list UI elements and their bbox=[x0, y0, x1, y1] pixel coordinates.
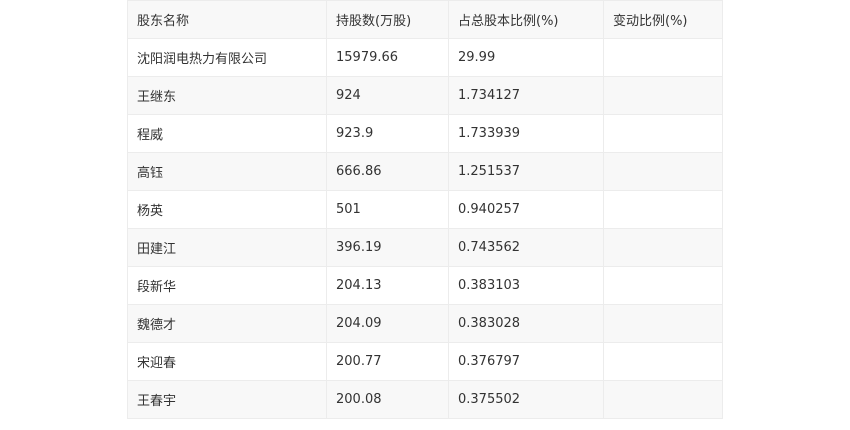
shares-held-cell: 396.19 bbox=[326, 228, 449, 267]
shareholder-name-cell: 程威 bbox=[127, 114, 327, 153]
table-row: 田建江 396.19 0.743562 bbox=[127, 228, 723, 267]
change-ratio-cell bbox=[603, 342, 723, 381]
change-ratio-cell bbox=[603, 266, 723, 305]
header-share-ratio: 占总股本比例(%) bbox=[448, 0, 604, 39]
shareholder-name-cell: 杨英 bbox=[127, 190, 327, 229]
share-ratio-cell: 0.743562 bbox=[448, 228, 604, 267]
header-row: 股东名称 持股数(万股) 占总股本比例(%) 变动比例(%) bbox=[127, 0, 723, 39]
shareholder-table-container: 股东名称 持股数(万股) 占总股本比例(%) 变动比例(%) 沈阳润电热力有限公… bbox=[127, 0, 723, 419]
table-body: 沈阳润电热力有限公司 15979.66 29.99 王继东 924 1.734127 程威 9… bbox=[127, 38, 723, 419]
table-row: 宋迎春 200.77 0.376797 bbox=[127, 342, 723, 381]
share-ratio-cell: 0.375502 bbox=[448, 380, 604, 419]
shareholder-table: 股东名称 持股数(万股) 占总股本比例(%) 变动比例(%) 沈阳润电热力有限公… bbox=[127, 0, 723, 419]
change-ratio-cell bbox=[603, 380, 723, 419]
share-ratio-cell: 0.383028 bbox=[448, 304, 604, 343]
share-ratio-cell: 1.251537 bbox=[448, 152, 604, 191]
change-ratio-cell bbox=[603, 304, 723, 343]
share-ratio-cell: 0.376797 bbox=[448, 342, 604, 381]
table-row: 沈阳润电热力有限公司 15979.66 29.99 bbox=[127, 38, 723, 77]
table-header: 股东名称 持股数(万股) 占总股本比例(%) 变动比例(%) bbox=[127, 0, 723, 39]
header-shares-held: 持股数(万股) bbox=[326, 0, 449, 39]
change-ratio-cell bbox=[603, 152, 723, 191]
shares-held-cell: 15979.66 bbox=[326, 38, 449, 77]
shareholder-name-cell: 沈阳润电热力有限公司 bbox=[127, 38, 327, 77]
table-row: 程威 923.9 1.733939 bbox=[127, 114, 723, 153]
change-ratio-cell bbox=[603, 114, 723, 153]
table-row: 魏德才 204.09 0.383028 bbox=[127, 304, 723, 343]
header-change-ratio: 变动比例(%) bbox=[603, 0, 723, 39]
share-ratio-cell: 1.733939 bbox=[448, 114, 604, 153]
shares-held-cell: 204.13 bbox=[326, 266, 449, 305]
shares-held-cell: 924 bbox=[326, 76, 449, 115]
change-ratio-cell bbox=[603, 76, 723, 115]
share-ratio-cell: 29.99 bbox=[448, 38, 604, 77]
table-row: 杨英 501 0.940257 bbox=[127, 190, 723, 229]
share-ratio-cell: 0.383103 bbox=[448, 266, 604, 305]
shareholder-name-cell: 高钰 bbox=[127, 152, 327, 191]
shares-held-cell: 501 bbox=[326, 190, 449, 229]
table-row: 高钰 666.86 1.251537 bbox=[127, 152, 723, 191]
table-row: 王春宇 200.08 0.375502 bbox=[127, 380, 723, 419]
shareholder-name-cell: 田建江 bbox=[127, 228, 327, 267]
table-row: 段新华 204.13 0.383103 bbox=[127, 266, 723, 305]
change-ratio-cell bbox=[603, 190, 723, 229]
shares-held-cell: 666.86 bbox=[326, 152, 449, 191]
share-ratio-cell: 1.734127 bbox=[448, 76, 604, 115]
shareholder-name-cell: 魏德才 bbox=[127, 304, 327, 343]
shares-held-cell: 923.9 bbox=[326, 114, 449, 153]
shares-held-cell: 200.77 bbox=[326, 342, 449, 381]
shareholder-name-cell: 王春宇 bbox=[127, 380, 327, 419]
shares-held-cell: 200.08 bbox=[326, 380, 449, 419]
table-row: 王继东 924 1.734127 bbox=[127, 76, 723, 115]
share-ratio-cell: 0.940257 bbox=[448, 190, 604, 229]
change-ratio-cell bbox=[603, 228, 723, 267]
shareholder-name-cell: 王继东 bbox=[127, 76, 327, 115]
header-shareholder-name: 股东名称 bbox=[127, 0, 327, 39]
shareholder-name-cell: 宋迎春 bbox=[127, 342, 327, 381]
shareholder-name-cell: 段新华 bbox=[127, 266, 327, 305]
shares-held-cell: 204.09 bbox=[326, 304, 449, 343]
change-ratio-cell bbox=[603, 38, 723, 77]
